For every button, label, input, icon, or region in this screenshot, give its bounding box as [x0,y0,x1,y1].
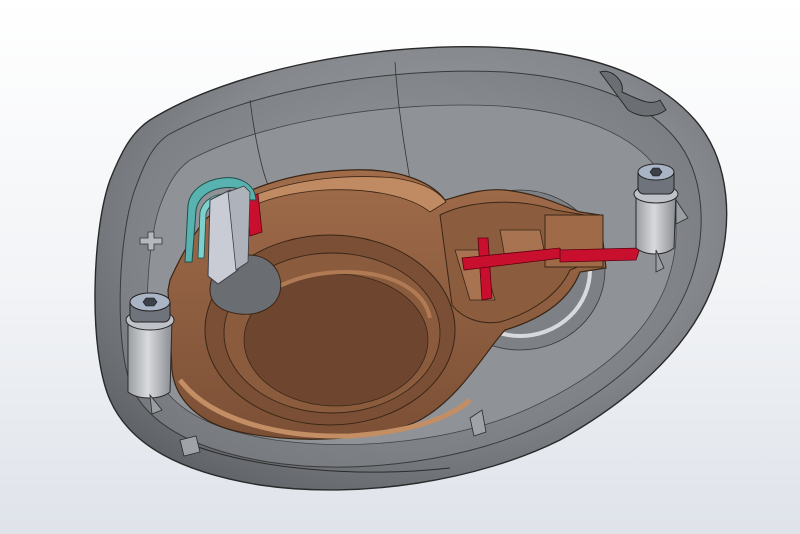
cad-viewport[interactable] [0,0,800,534]
right-hex-socket [649,167,663,177]
left-hex-socket [142,297,158,307]
assembly-section-view [94,46,728,491]
housing-lug-2 [179,435,201,457]
section-cut-arm [559,247,641,263]
